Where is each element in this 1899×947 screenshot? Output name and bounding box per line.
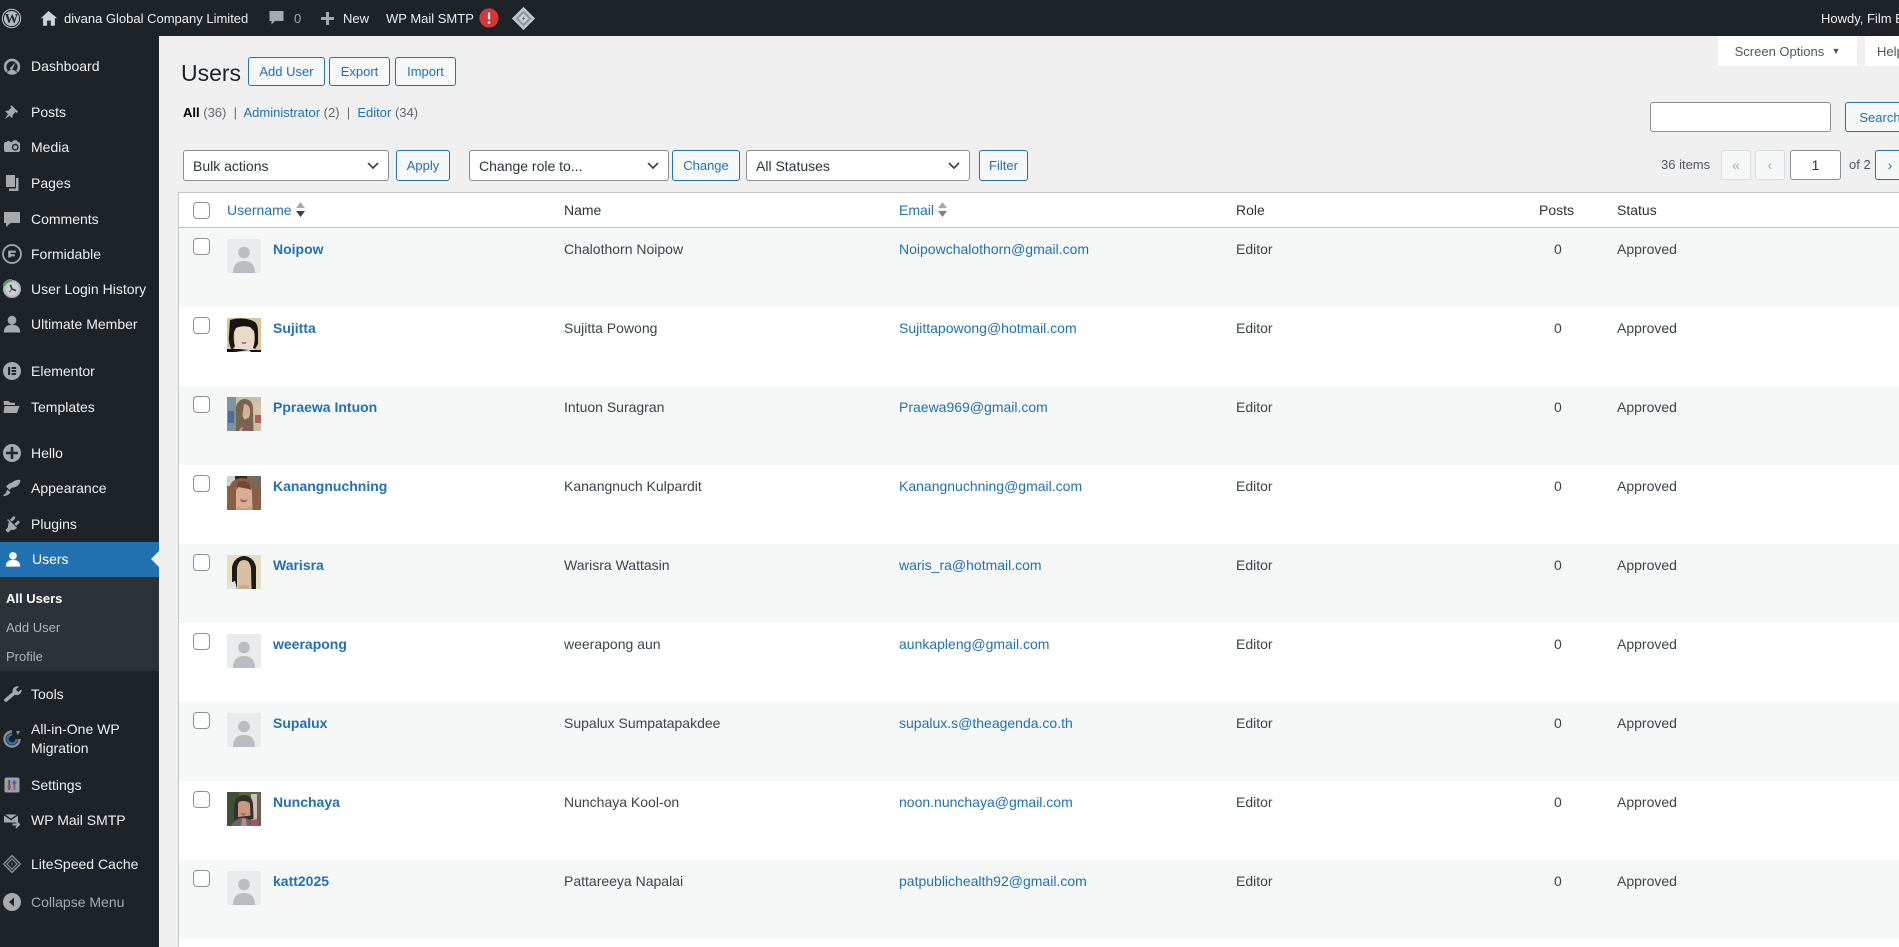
svg-text:W: W [5, 11, 19, 26]
